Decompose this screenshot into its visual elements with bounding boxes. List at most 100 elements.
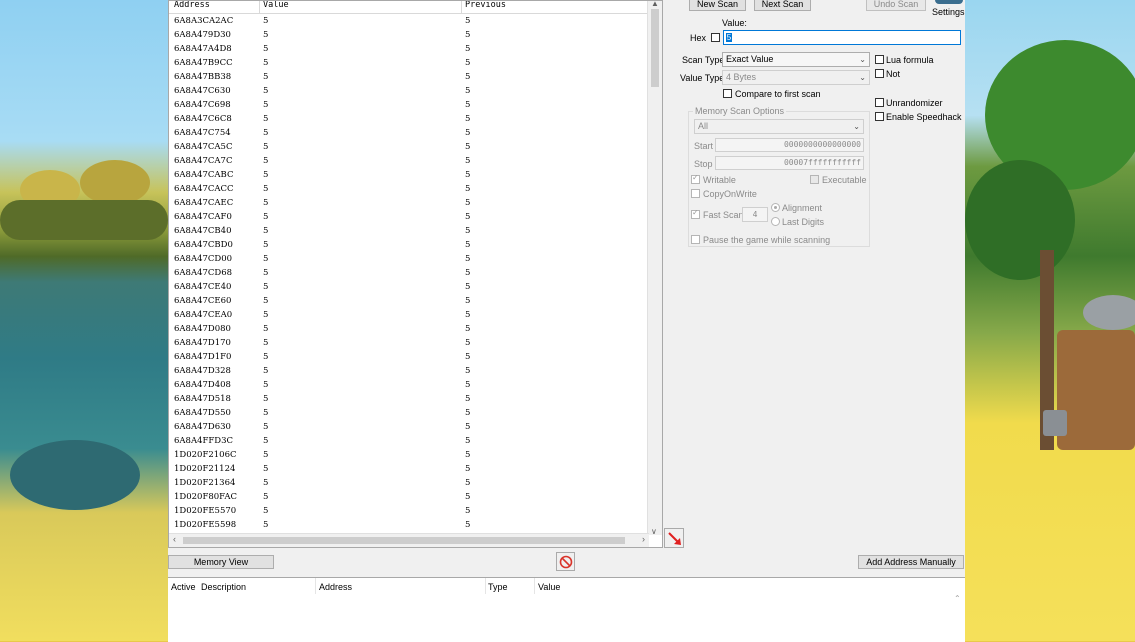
executable-checkbox[interactable] <box>810 175 819 184</box>
table-row[interactable]: 6A8A47CA5C 5 5 <box>169 141 649 155</box>
col-address[interactable]: Address <box>319 582 352 592</box>
fast-scan-checkbox[interactable] <box>691 208 700 219</box>
table-row[interactable]: 6A8A47C754 5 5 <box>169 127 649 141</box>
results-vertical-scrollbar[interactable]: ▲ ∨ <box>647 1 662 536</box>
memory-region-select[interactable]: All ⌄ <box>694 119 864 134</box>
table-row[interactable]: 1D020F2106C 5 5 <box>169 449 649 463</box>
table-row[interactable]: 6A8A47D328 5 5 <box>169 365 649 379</box>
col-type[interactable]: Type <box>488 582 508 592</box>
table-row[interactable]: 1D020FE5598 5 5 <box>169 519 649 533</box>
table-row[interactable]: 6A8A47C630 5 5 <box>169 85 649 99</box>
pause-game-checkbox[interactable] <box>691 235 700 244</box>
lua-formula-checkbox[interactable] <box>875 55 884 64</box>
table-row[interactable]: 6A8A47D408 5 5 <box>169 379 649 393</box>
scroll-up-icon[interactable]: ▲ <box>651 1 659 8</box>
row-value: 5 <box>263 296 269 306</box>
enable-speedhack-checkbox[interactable] <box>875 112 884 121</box>
row-address: 6A8A47D080 <box>174 324 231 334</box>
col-address[interactable]: Address <box>174 1 210 10</box>
table-row[interactable]: 6A8A47CD68 5 5 <box>169 267 649 281</box>
col-active[interactable]: Active <box>171 582 196 592</box>
compare-first-scan-label: Compare to first scan <box>735 89 821 99</box>
table-row[interactable]: 1D020FE5570 5 5 <box>169 505 649 519</box>
scroll-down-icon[interactable]: ∨ <box>651 527 657 536</box>
table-row[interactable]: 6A8A47CD00 5 5 <box>169 253 649 267</box>
table-row[interactable]: 6A8A47BB38 5 5 <box>169 71 649 85</box>
stop-address-input[interactable]: 00007fffffffffff <box>715 156 864 170</box>
col-description[interactable]: Description <box>201 582 246 592</box>
scroll-right-icon[interactable]: › <box>642 534 645 544</box>
not-checkbox[interactable] <box>875 69 884 78</box>
table-row[interactable]: 6A8A47D080 5 5 <box>169 323 649 337</box>
row-value: 5 <box>263 464 269 474</box>
table-row[interactable]: 6A8A47CE60 5 5 <box>169 295 649 309</box>
address-table[interactable]: Active Description Address Type Value ⌃ <box>168 577 965 642</box>
last-digits-radio[interactable] <box>771 217 780 226</box>
value-input[interactable]: 5 <box>723 30 961 45</box>
scroll-up-icon[interactable]: ⌃ <box>954 594 961 603</box>
scan-type-select[interactable]: Exact Value ⌄ <box>722 52 870 67</box>
memory-view-button[interactable]: Memory View <box>168 555 274 569</box>
row-previous: 5 <box>465 16 471 26</box>
row-value: 5 <box>263 282 269 292</box>
row-value: 5 <box>263 86 269 96</box>
table-row[interactable]: 6A8A47CBD0 5 5 <box>169 239 649 253</box>
table-row[interactable]: 6A8A47C698 5 5 <box>169 99 649 113</box>
table-row[interactable]: 6A8A47CE40 5 5 <box>169 281 649 295</box>
col-previous[interactable]: Previous <box>465 1 506 10</box>
col-value[interactable]: Value <box>538 582 560 592</box>
compare-first-scan-checkbox[interactable] <box>723 89 732 98</box>
table-row[interactable]: 6A8A4FFD3C 5 5 <box>169 435 649 449</box>
col-value[interactable]: Value <box>263 1 289 10</box>
last-digits-label: Last Digits <box>782 217 825 227</box>
table-row[interactable]: 6A8A3CA2AC 5 5 <box>169 15 649 29</box>
undo-scan-button[interactable]: Undo Scan <box>866 0 926 11</box>
table-row[interactable]: 6A8A47CAEC 5 5 <box>169 197 649 211</box>
table-row[interactable]: 6A8A47CABC 5 5 <box>169 169 649 183</box>
writable-checkbox[interactable] <box>691 173 700 184</box>
unrandomizer-checkbox[interactable] <box>875 98 884 107</box>
results-horizontal-scrollbar[interactable]: ‹ › <box>169 533 649 547</box>
row-address: 6A8A47C754 <box>174 128 231 138</box>
scrollbar-thumb[interactable] <box>651 9 659 87</box>
table-row[interactable]: 6A8A47B9CC 5 5 <box>169 57 649 71</box>
table-row[interactable]: 6A8A47D550 5 5 <box>169 407 649 421</box>
scroll-left-icon[interactable]: ‹ <box>173 534 176 544</box>
value-type-select[interactable]: 4 Bytes ⌄ <box>722 70 870 85</box>
table-row[interactable]: 6A8A47D630 5 5 <box>169 421 649 435</box>
table-row[interactable]: 6A8A47CB40 5 5 <box>169 225 649 239</box>
row-address: 6A8A47D170 <box>174 338 231 348</box>
table-row[interactable]: 1D020F21124 5 5 <box>169 463 649 477</box>
table-row[interactable]: 6A8A47D1F0 5 5 <box>169 351 649 365</box>
table-row[interactable]: 6A8A47C6C8 5 5 <box>169 113 649 127</box>
settings-link[interactable]: Settings <box>932 7 965 17</box>
table-row[interactable]: 1D020F80FAC 5 5 <box>169 491 649 505</box>
alignment-radio[interactable] <box>771 203 780 212</box>
table-row[interactable]: 6A8A47D518 5 5 <box>169 393 649 407</box>
table-row[interactable]: 6A8A47A4D8 5 5 <box>169 43 649 57</box>
settings-logo-icon[interactable] <box>935 0 963 4</box>
table-row[interactable]: 6A8A47D170 5 5 <box>169 337 649 351</box>
next-scan-button[interactable]: Next Scan <box>754 0 811 11</box>
new-scan-button[interactable]: New Scan <box>689 0 746 11</box>
table-row[interactable]: 1D020F21364 5 5 <box>169 477 649 491</box>
alignment-label: Alignment <box>782 203 823 213</box>
copy-on-write-checkbox[interactable] <box>691 189 700 198</box>
scrollbar-thumb[interactable] <box>183 537 625 544</box>
hex-checkbox[interactable] <box>711 33 720 42</box>
stop-button[interactable] <box>556 552 575 571</box>
table-row[interactable]: 6A8A47CACC 5 5 <box>169 183 649 197</box>
address-table-scrollbar[interactable]: ⌃ <box>951 578 965 642</box>
add-selected-to-list-button[interactable] <box>664 528 684 548</box>
fast-scan-alignment-input[interactable]: 4 <box>742 207 768 222</box>
row-value: 5 <box>263 492 269 502</box>
table-row[interactable]: 6A8A479D30 5 5 <box>169 29 649 43</box>
scan-results-list[interactable]: Address Value Previous 6A8A3CA2AC 5 5 6A8A4… <box>168 0 663 548</box>
table-row[interactable]: 6A8A47CAF0 5 5 <box>169 211 649 225</box>
row-previous: 5 <box>465 338 471 348</box>
add-address-manually-button[interactable]: Add Address Manually <box>858 555 964 569</box>
start-address-input[interactable]: 0000000000000000 <box>715 138 864 152</box>
table-row[interactable]: 6A8A47CEA0 5 5 <box>169 309 649 323</box>
value-type-label: Value Type <box>680 73 725 83</box>
table-row[interactable]: 6A8A47CA7C 5 5 <box>169 155 649 169</box>
